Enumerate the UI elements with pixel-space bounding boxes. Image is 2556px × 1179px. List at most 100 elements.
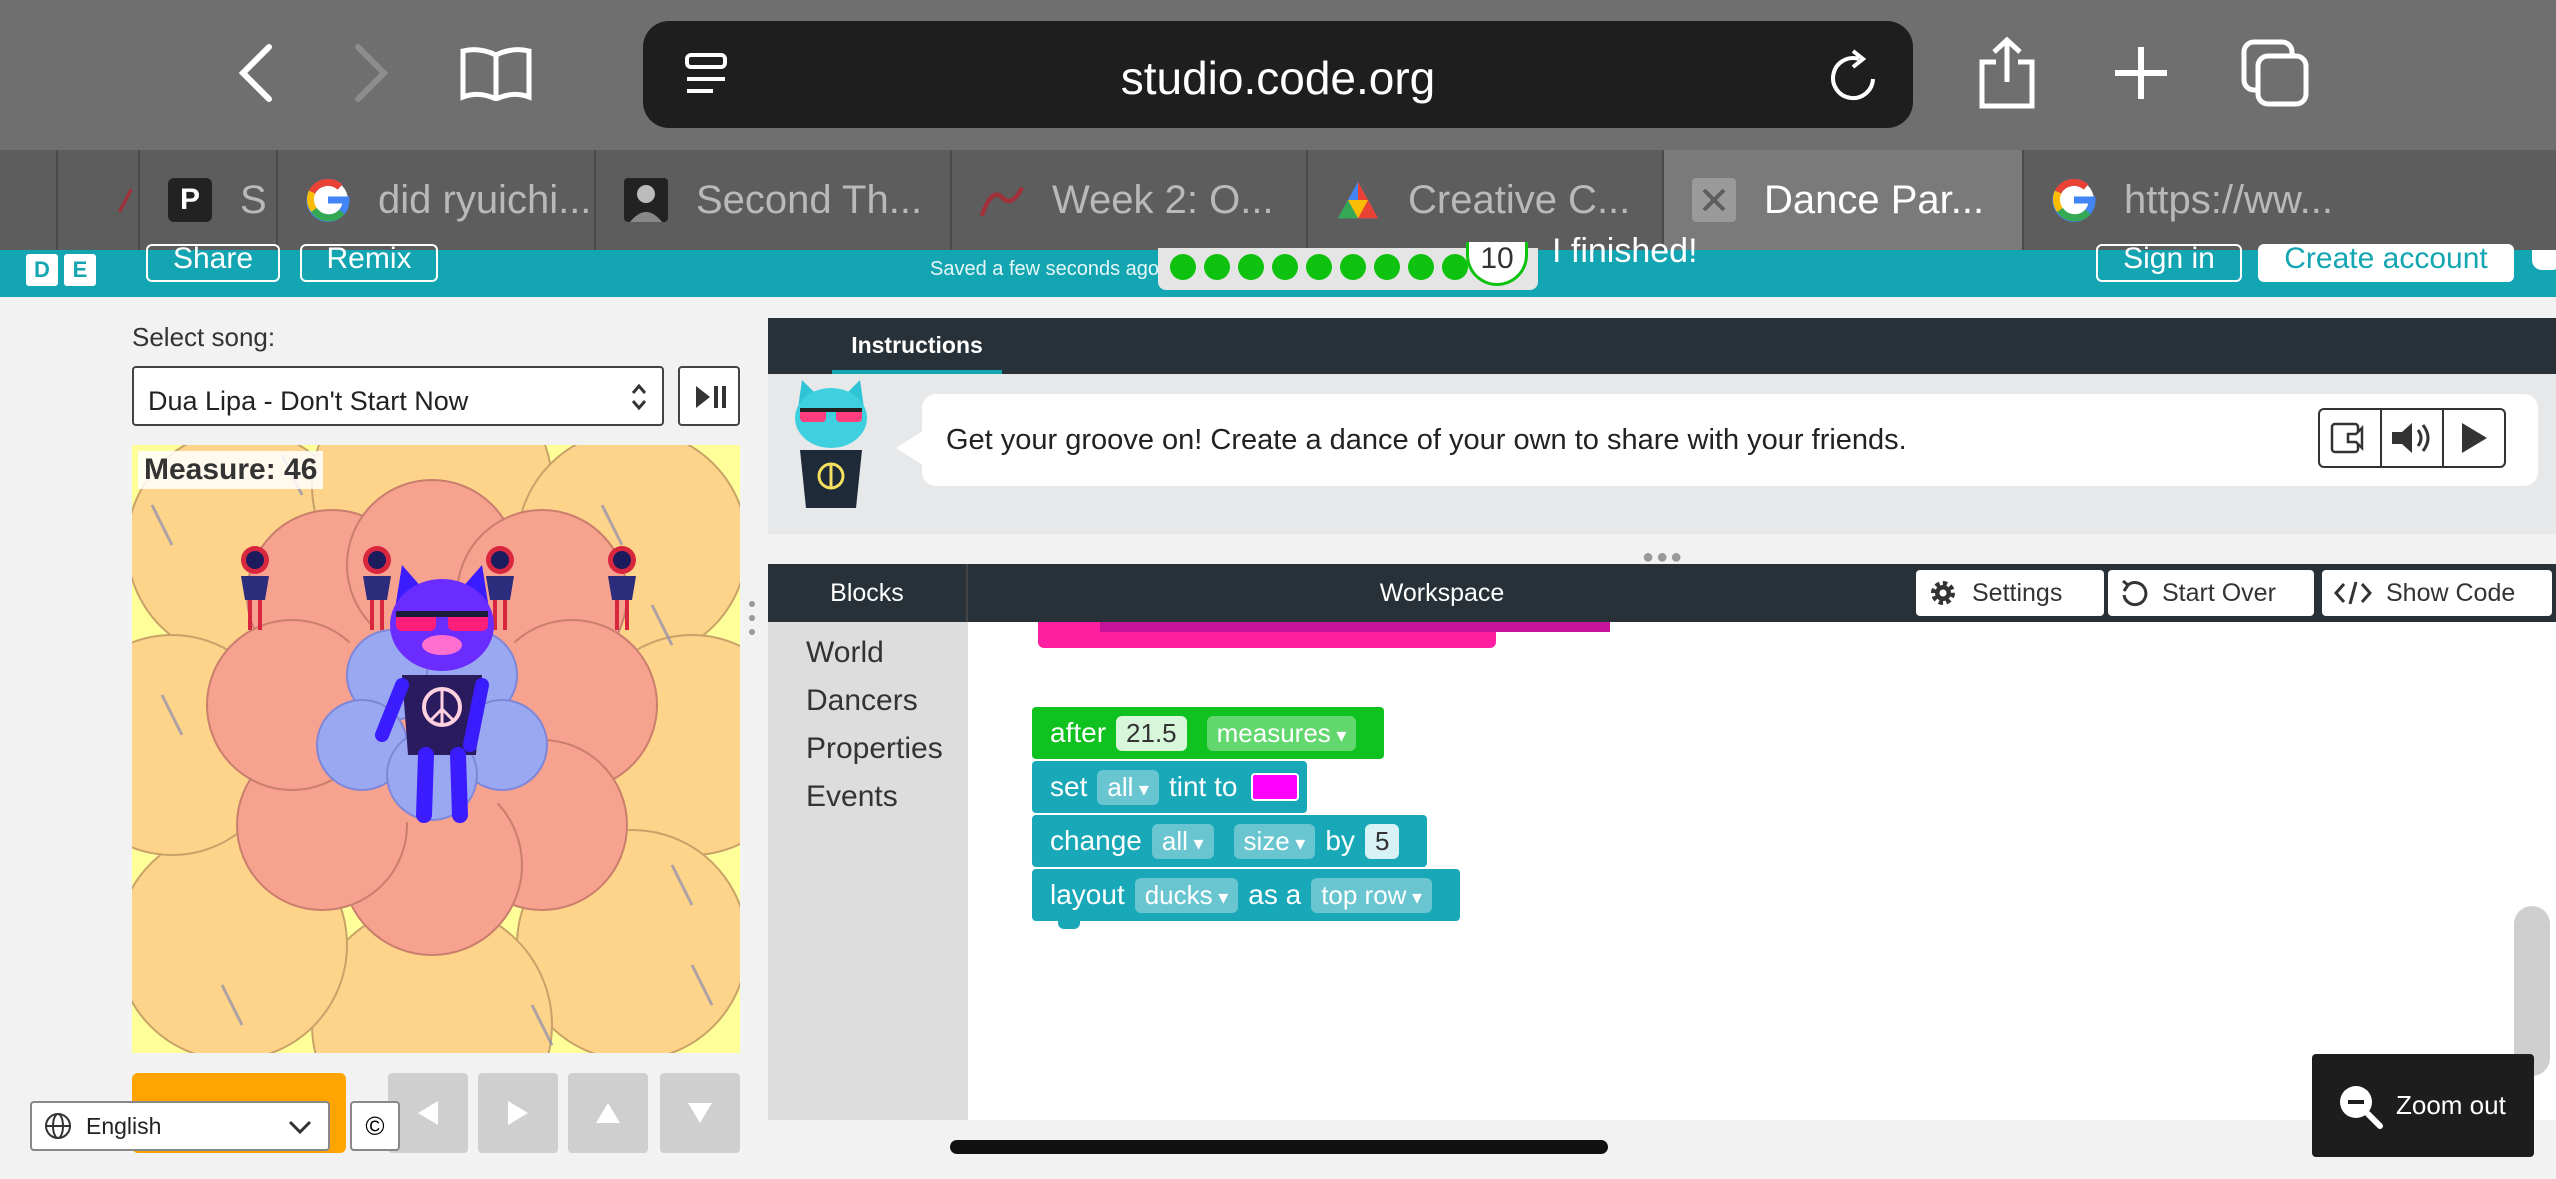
after-measures-block[interactable]: after 21.5 measures bbox=[1032, 707, 1385, 759]
language-value: English bbox=[86, 1112, 162, 1139]
home-indicator bbox=[950, 1140, 1608, 1154]
zoom-out-label: Zoom out bbox=[2396, 1090, 2506, 1120]
measure-value-field[interactable]: 21.5 bbox=[1116, 715, 1187, 751]
progress-dot[interactable] bbox=[1340, 254, 1366, 280]
progress-dot[interactable] bbox=[1442, 254, 1468, 280]
language-select[interactable]: English bbox=[30, 1101, 330, 1151]
copyright-button[interactable]: © bbox=[350, 1101, 400, 1151]
progress-dot[interactable] bbox=[1238, 254, 1264, 280]
undo-icon bbox=[2120, 579, 2148, 607]
progress-dot[interactable] bbox=[1306, 254, 1332, 280]
tab-label: https://ww... bbox=[2124, 177, 2333, 222]
tab-1[interactable]: P S bbox=[138, 150, 276, 250]
block-keyword: change bbox=[1050, 825, 1142, 856]
chevron-down-icon bbox=[288, 1120, 312, 1135]
pink-block-inner bbox=[1100, 622, 1610, 632]
right-arrow-button[interactable] bbox=[478, 1073, 558, 1153]
show-code-button[interactable]: Show Code bbox=[2322, 570, 2552, 616]
zoom-out-icon bbox=[2340, 1085, 2383, 1129]
up-arrow-button[interactable] bbox=[568, 1073, 648, 1153]
swoosh-icon bbox=[980, 178, 1024, 222]
tab-3[interactable]: Second Th... bbox=[594, 150, 950, 250]
forward-icon[interactable] bbox=[335, 38, 405, 108]
volume-icon[interactable] bbox=[2382, 410, 2444, 466]
change-value-field[interactable]: 5 bbox=[1364, 823, 1400, 859]
show-code-label: Show Code bbox=[2386, 578, 2516, 607]
set-tint-block[interactable]: set all tint to bbox=[1032, 761, 1308, 813]
logo-badge-e: E bbox=[64, 254, 96, 286]
zoom-out-button[interactable]: Zoom out bbox=[2312, 1054, 2534, 1157]
play-icon[interactable] bbox=[2444, 410, 2504, 466]
back-icon[interactable] bbox=[222, 38, 292, 108]
change-size-block[interactable]: change all size by 5 bbox=[1032, 815, 1428, 867]
sign-in-button[interactable]: Sign in bbox=[2096, 244, 2242, 282]
start-over-button[interactable]: Start Over bbox=[2108, 570, 2314, 616]
tab-partial[interactable] bbox=[56, 150, 138, 250]
property-dropdown[interactable]: size bbox=[1233, 823, 1316, 859]
progress-dot[interactable] bbox=[1374, 254, 1400, 280]
workspace-scrollbar[interactable] bbox=[2514, 906, 2550, 1076]
progress-level-badge[interactable]: 10 bbox=[1466, 242, 1528, 286]
tab-6-active[interactable]: Dance Par... bbox=[1662, 150, 2022, 250]
progress-dot[interactable] bbox=[1170, 254, 1196, 280]
google-icon bbox=[2052, 178, 2096, 222]
progress-dot[interactable] bbox=[1272, 254, 1298, 280]
category-properties[interactable]: Properties bbox=[806, 732, 943, 766]
help-icon[interactable] bbox=[2532, 250, 2556, 270]
tab-label: S bbox=[240, 177, 267, 222]
target-dropdown[interactable]: all bbox=[1097, 769, 1159, 805]
down-arrow-button[interactable] bbox=[660, 1073, 740, 1153]
blocks-header-label: Blocks bbox=[768, 564, 968, 622]
finished-link[interactable]: I finished! bbox=[1552, 232, 1698, 271]
block-keyword: layout bbox=[1050, 879, 1125, 910]
close-icon[interactable] bbox=[1692, 178, 1736, 222]
progress-dot[interactable] bbox=[1204, 254, 1230, 280]
tab-2[interactable]: did ryuichi... bbox=[276, 150, 594, 250]
tab-4[interactable]: Week 2: O... bbox=[950, 150, 1306, 250]
left-arrow-button[interactable] bbox=[388, 1073, 468, 1153]
tint-color-swatch[interactable] bbox=[1251, 773, 1300, 801]
reload-icon[interactable] bbox=[1829, 49, 1881, 110]
target-dropdown[interactable]: all bbox=[1151, 823, 1214, 859]
panel-drag-handle[interactable] bbox=[748, 598, 756, 638]
tab-instructions[interactable]: Instructions bbox=[832, 330, 1002, 374]
measure-counter: Measure: 46 bbox=[138, 451, 324, 489]
tab-label: did ryuichi... bbox=[378, 177, 592, 222]
logo-badge-d: D bbox=[26, 254, 58, 286]
tabs-overview-icon[interactable] bbox=[2240, 38, 2310, 108]
share-icon[interactable] bbox=[1972, 36, 2042, 109]
song-select[interactable]: Dua Lipa - Don't Start Now bbox=[132, 366, 664, 426]
right-arrow-icon bbox=[508, 1101, 528, 1125]
group-dropdown[interactable]: ducks bbox=[1134, 877, 1239, 913]
instructions-text: Get your groove on! Create a dance of yo… bbox=[946, 424, 1907, 456]
left-arrow-icon bbox=[418, 1101, 438, 1125]
tab-7[interactable]: https://ww... bbox=[2022, 150, 2556, 250]
preview-play-pause-button[interactable] bbox=[678, 366, 740, 426]
text-to-speech-controls bbox=[2318, 408, 2506, 468]
settings-button[interactable]: Settings bbox=[1916, 570, 2104, 616]
progress-dot[interactable] bbox=[1408, 254, 1434, 280]
category-world[interactable]: World bbox=[806, 636, 884, 670]
layout-block[interactable]: layout ducks as a top row bbox=[1032, 869, 1461, 921]
category-events[interactable]: Events bbox=[806, 780, 898, 814]
globe-icon bbox=[45, 1113, 71, 1139]
create-account-button[interactable]: Create account bbox=[2258, 244, 2514, 282]
arrangement-dropdown[interactable]: top row bbox=[1311, 877, 1433, 913]
share-button[interactable]: Share bbox=[146, 244, 280, 282]
workspace-header-label: Workspace bbox=[1379, 578, 1505, 607]
block-connector-tab bbox=[1058, 921, 1080, 929]
block-keyword: set bbox=[1050, 771, 1088, 802]
code-icon bbox=[2334, 580, 2372, 606]
url-text: studio.code.org bbox=[1120, 52, 1436, 104]
p-icon: P bbox=[168, 178, 212, 222]
new-tab-icon[interactable] bbox=[2106, 38, 2176, 108]
speech-settings-icon[interactable] bbox=[2320, 410, 2382, 466]
bookmarks-icon[interactable] bbox=[458, 38, 534, 108]
address-bar[interactable]: studio.code.org bbox=[643, 21, 1913, 128]
portrait-icon bbox=[624, 178, 668, 222]
unit-dropdown[interactable]: measures bbox=[1206, 715, 1357, 751]
category-dancers[interactable]: Dancers bbox=[806, 684, 918, 718]
remix-button[interactable]: Remix bbox=[300, 244, 438, 282]
down-arrow-icon bbox=[688, 1103, 712, 1123]
instructions-header bbox=[768, 318, 2556, 374]
